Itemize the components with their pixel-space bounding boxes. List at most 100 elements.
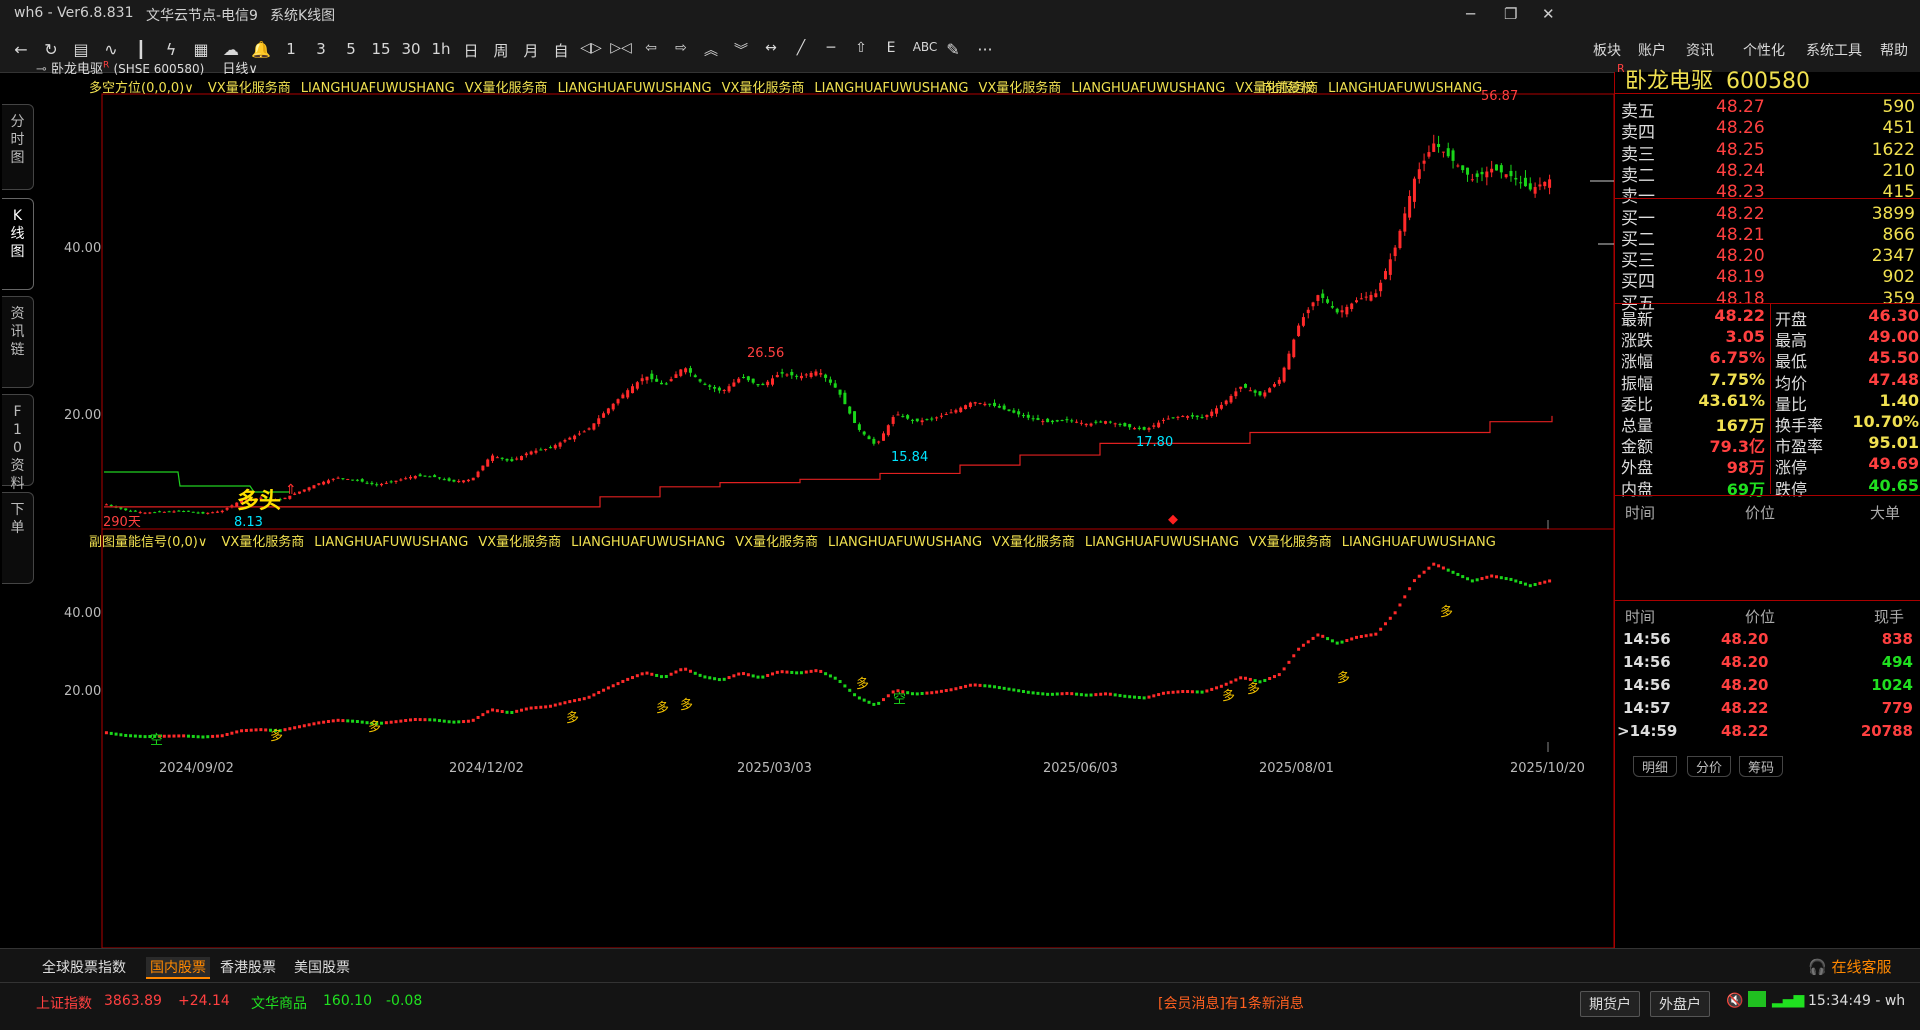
close-icon[interactable]: ✕ xyxy=(1542,5,1555,23)
candle-body xyxy=(1210,411,1214,417)
restore-icon[interactable]: ❐ xyxy=(1504,5,1517,23)
cloud-icon[interactable]: ☁ xyxy=(218,40,244,59)
period-0[interactable]: 1 xyxy=(278,40,304,58)
period-7[interactable]: 周 xyxy=(488,40,514,61)
stat-value: 43.61% xyxy=(1698,390,1765,410)
futures-account-button[interactable]: 期货户 xyxy=(1580,991,1640,1017)
candle-body xyxy=(959,407,963,413)
candle-body xyxy=(573,435,577,440)
index-name[interactable]: 上证指数 xyxy=(36,993,92,1013)
menu-2[interactable]: 资讯 xyxy=(1686,40,1714,60)
menu-4[interactable]: 系统工具 xyxy=(1806,40,1862,60)
sub-indicator-select[interactable]: 副图量能信号(0,0)∨ xyxy=(89,535,207,550)
candle-body xyxy=(341,478,345,480)
lightning-icon[interactable]: ϟ xyxy=(158,40,184,59)
pen-icon[interactable]: ✎ xyxy=(940,40,966,59)
sub-signal-dot xyxy=(983,684,987,688)
sub-signal-dot xyxy=(1075,692,1079,696)
sub-signal-dot xyxy=(1412,579,1416,583)
outer-account-button[interactable]: 外盘户 xyxy=(1650,991,1710,1017)
quote-tab-1[interactable]: 分价 xyxy=(1687,756,1732,777)
candle-body xyxy=(1012,410,1016,413)
candle-body xyxy=(568,437,572,440)
minimize-icon[interactable]: ─ xyxy=(1466,5,1475,23)
menu-1[interactable]: 账户 xyxy=(1638,40,1666,60)
main-indicator-select[interactable]: 多空方位(0,0,0)∨ xyxy=(89,81,194,96)
member-message[interactable]: [会员消息]有1条新消息 xyxy=(1158,993,1304,1013)
bell-icon[interactable]: 🔔 xyxy=(248,40,274,59)
candle-body xyxy=(838,389,842,395)
right-arrow-icon[interactable]: ⇨ xyxy=(668,40,694,56)
period-8[interactable]: 月 xyxy=(518,40,544,61)
candle-body xyxy=(964,405,968,410)
refresh-icon[interactable]: ↻ xyxy=(38,40,64,59)
period-3[interactable]: 15 xyxy=(368,40,394,58)
adjust-mode[interactable]: 向前复权 xyxy=(1262,77,1314,96)
sub-signal-dot xyxy=(293,726,297,730)
down-double-icon[interactable]: ︾ xyxy=(728,40,754,60)
main-ad-6: VX量化服务商 xyxy=(978,81,1062,96)
tick-time: 14:56 xyxy=(1623,630,1671,648)
up-double-icon[interactable]: ︽ xyxy=(698,40,724,60)
sound-icon[interactable]: 🔇 xyxy=(1726,993,1743,1009)
sub-signal-dot xyxy=(500,709,504,713)
candle-body xyxy=(563,440,567,442)
sub-signal-dot xyxy=(930,691,934,695)
sub-signal-dot xyxy=(1026,690,1030,694)
menu-3[interactable]: 个性化 xyxy=(1743,40,1785,60)
sub-signal-dot xyxy=(597,691,601,695)
text-e-icon[interactable]: Ε xyxy=(878,40,904,56)
kline-chart[interactable]: 40.00 20.00 40.00 20.00 2024/09/02 2024/12/02… xyxy=(0,72,1614,948)
candle-body xyxy=(1036,418,1040,421)
list-icon[interactable]: ▤ xyxy=(68,40,94,59)
tick-price: 48.20 xyxy=(1721,630,1769,648)
quote-tab-2[interactable]: 筹码 xyxy=(1739,756,1784,777)
hline-icon[interactable]: ─ xyxy=(818,40,844,56)
expand-icon[interactable]: ▷◁ xyxy=(608,40,634,56)
menu-0[interactable]: 板块 xyxy=(1593,40,1621,60)
sub-signal-dot xyxy=(1108,692,1112,696)
line-chart-icon[interactable]: ∿ xyxy=(98,40,124,59)
market-tab-3[interactable]: 美国股票 xyxy=(294,957,350,977)
candle-body xyxy=(862,431,866,435)
sub-signal-dot xyxy=(920,692,924,696)
sub-signal-dot xyxy=(452,720,456,724)
grid-icon[interactable]: ▦ xyxy=(188,40,214,59)
candle-body xyxy=(1248,390,1252,392)
tick-volume: 838 xyxy=(1881,630,1913,648)
candle-body xyxy=(756,383,760,386)
market-tab-0[interactable]: 全球股票指数 xyxy=(42,957,126,977)
period-4[interactable]: 30 xyxy=(398,40,424,58)
market-tab-1[interactable]: 国内股票 xyxy=(146,957,210,979)
candle-body xyxy=(486,459,490,467)
candle-body xyxy=(1229,395,1233,403)
compress-icon[interactable]: ◁▷ xyxy=(578,40,604,56)
online-service[interactable]: 🎧 在线客服 xyxy=(1808,956,1891,977)
sub-signal-dot xyxy=(206,735,210,739)
left-arrow-icon[interactable]: ⇦ xyxy=(638,40,664,56)
commodity-name[interactable]: 文华商品 xyxy=(251,993,307,1013)
period-9[interactable]: 自 xyxy=(548,40,574,61)
period-1[interactable]: 3 xyxy=(308,40,334,58)
sub-signal-dot xyxy=(1012,688,1016,692)
period-6[interactable]: 日 xyxy=(458,40,484,61)
abc-text-button[interactable]: ABC xyxy=(910,40,940,54)
candle-body xyxy=(1258,391,1262,396)
candle-body xyxy=(505,458,509,461)
sub-signal-dot xyxy=(1181,689,1185,693)
quote-tab-0[interactable]: 明细 xyxy=(1633,756,1678,777)
home-icon[interactable]: ⇧ xyxy=(848,40,874,56)
market-tab-2[interactable]: 香港股票 xyxy=(220,957,276,977)
more-button[interactable]: ··· xyxy=(972,40,998,59)
period-5[interactable]: 1h xyxy=(428,40,454,58)
line-draw-icon[interactable]: ╱ xyxy=(788,40,814,56)
candlestick-icon[interactable]: ┃ xyxy=(128,40,154,59)
period-2[interactable]: 5 xyxy=(338,40,364,58)
candle-body xyxy=(1026,414,1030,418)
tick-price: 48.22 xyxy=(1721,699,1769,717)
menu-5[interactable]: 帮助 xyxy=(1880,40,1908,60)
fit-icon[interactable]: ↔ xyxy=(758,40,784,56)
candle-body xyxy=(476,471,480,477)
candle-body xyxy=(679,369,683,376)
back-icon[interactable]: ← xyxy=(8,40,34,59)
